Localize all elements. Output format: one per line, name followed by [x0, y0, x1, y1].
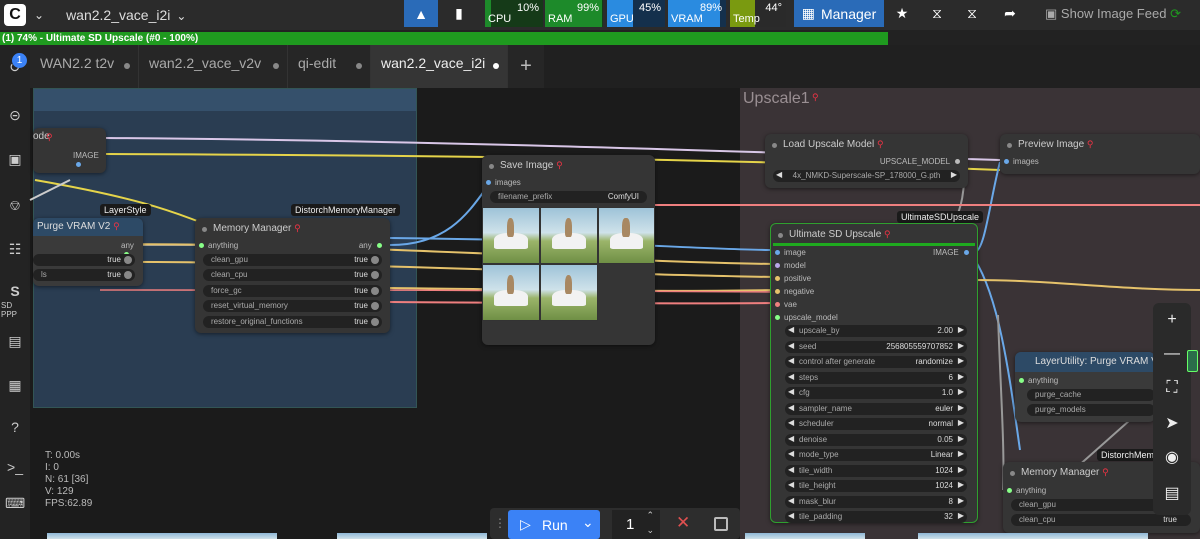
output-slot-any[interactable]: any: [359, 241, 386, 250]
input-slot-anything[interactable]: anything: [1007, 486, 1046, 495]
stop-icon[interactable]: [714, 517, 728, 531]
node-type-tag: DistorchMemoryManager: [291, 204, 401, 216]
image-feed-thumb[interactable]: [745, 533, 865, 539]
partial-node[interactable]: ode ⚲ IMAGE: [33, 128, 106, 173]
control-after-generate-widget[interactable]: ◀ control after generate randomize ▶: [785, 356, 967, 368]
mask-blur-widget[interactable]: ◀ mask_blur 8 ▶: [785, 496, 967, 508]
node-title: Memory Manager ⚲: [195, 218, 390, 240]
play-icon: ▷: [520, 516, 531, 532]
filename-prefix-widget[interactable]: filename_prefix ComfyUI: [490, 191, 647, 203]
output-slot-image[interactable]: IMAGE: [933, 248, 973, 257]
pin-icon: ⚲: [876, 139, 884, 149]
tile-width-widget[interactable]: ◀ tile_width 1024 ▶: [785, 465, 967, 477]
sampler-name-widget[interactable]: ◀ sampler_name euler ▶: [785, 403, 967, 415]
node-progress-bar: [773, 243, 975, 246]
input-slot-vae[interactable]: vae: [775, 300, 797, 309]
output-image-thumb[interactable]: [482, 264, 540, 321]
purge-vram-node-left[interactable]: Purge VRAM V2 ⚲ any true ls true: [33, 218, 143, 286]
zoom-out-icon[interactable]: —: [1161, 343, 1183, 365]
output-image-thumb[interactable]: [598, 207, 655, 264]
run-button[interactable]: ▷ Run ⌄: [508, 510, 600, 539]
input-slot-images[interactable]: images: [486, 178, 521, 187]
preview-image-node[interactable]: Preview Image ⚲ images: [1000, 134, 1200, 174]
scheduler-widget[interactable]: ◀ scheduler normal ▶: [785, 418, 967, 430]
tile-height-widget[interactable]: ◀ tile_height 1024 ▶: [785, 480, 967, 492]
eye-icon[interactable]: ◉: [1161, 447, 1183, 469]
steps-widget[interactable]: ◀ steps 6 ▶: [785, 372, 967, 384]
canvas-toolbar: + — ⛶ ➤ ◉ ▤: [1153, 303, 1191, 515]
decrement-icon[interactable]: ⌄: [646, 525, 654, 536]
pin-icon: ⚲: [556, 160, 563, 170]
purge-cache-widget[interactable]: purge_cache: [1027, 389, 1155, 401]
side-handle-icon[interactable]: [1187, 350, 1198, 372]
clean-cpu-widget[interactable]: clean_cpu true: [1011, 514, 1191, 526]
input-slot-anything[interactable]: anything: [1019, 376, 1058, 385]
pin-icon: ⚲: [46, 132, 53, 142]
input-slot-anything[interactable]: anything: [199, 241, 238, 250]
increment-icon[interactable]: ⌃: [646, 510, 654, 521]
select-mode-icon[interactable]: ➤: [1161, 413, 1183, 435]
denoise-widget[interactable]: ◀ denoise 0.05 ▶: [785, 434, 967, 446]
batch-count-input[interactable]: 1 ⌃ ⌄: [612, 510, 660, 539]
node-title: Preview Image ⚲: [1000, 134, 1200, 156]
chevron-down-icon[interactable]: ⌄: [582, 514, 594, 531]
purge-models-widget[interactable]: purge_models: [1027, 404, 1155, 416]
output-image-thumb[interactable]: [540, 207, 598, 264]
node-title: Save Image ⚲: [482, 155, 655, 177]
input-slot-images[interactable]: images: [1004, 157, 1039, 166]
output-image-thumb[interactable]: [540, 264, 598, 321]
pin-icon: ⚲: [884, 229, 891, 239]
output-slot-image[interactable]: IMAGE: [73, 151, 106, 169]
pin-icon: ⚲: [1102, 467, 1109, 477]
save-image-node[interactable]: Save Image ⚲ images filename_prefix Comfy…: [482, 155, 655, 345]
force-gc-widget[interactable]: force_gc true: [203, 285, 382, 297]
input-slot-positive[interactable]: positive: [775, 274, 811, 283]
mode-type-widget[interactable]: ◀ mode_type Linear ▶: [785, 449, 967, 461]
purge-cache-widget[interactable]: true: [33, 254, 135, 266]
purge-vram-node-right[interactable]: LayerUtility: Purge VRAM V2 anything pur…: [1015, 352, 1155, 422]
upscale-by-widget[interactable]: ◀ upscale_by 2.00 ▶: [785, 325, 967, 337]
model-name-select[interactable]: ◀ 4x_NMKD-Superscale-SP_178000_G.pth ▶: [773, 170, 960, 182]
minimap-icon[interactable]: ▤: [1161, 483, 1183, 505]
cfg-widget[interactable]: ◀ cfg 1.0 ▶: [785, 387, 967, 399]
tile-padding-widget[interactable]: ◀ tile_padding 32 ▶: [785, 511, 967, 523]
purge-models-widget[interactable]: ls true: [33, 269, 135, 281]
zoom-in-icon[interactable]: +: [1161, 309, 1183, 331]
pin-icon: ⚲: [113, 221, 120, 231]
output-slot-upscale-model[interactable]: UPSCALE_MODEL: [880, 157, 964, 166]
image-feed-thumb[interactable]: [47, 533, 277, 539]
cancel-icon[interactable]: ✕: [676, 513, 690, 533]
pin-icon: ⚲: [294, 223, 301, 233]
run-toolbar: ⋮⋮ ▷ Run ⌄ 1 ⌃ ⌄ ✕: [490, 508, 740, 539]
reset-virtual-memory-widget[interactable]: reset_virtual_memory true: [203, 300, 382, 312]
output-image-thumb[interactable]: [482, 207, 540, 264]
node-type-tag: LayerStyle: [100, 204, 151, 216]
input-slot-negative[interactable]: negative: [775, 287, 814, 296]
input-slot-model[interactable]: model: [775, 261, 806, 270]
node-type-tag: UltimateSDUpscale: [897, 211, 984, 223]
image-feed-thumb[interactable]: [337, 533, 487, 539]
seed-widget[interactable]: ◀ seed 256805559707852 ▶: [785, 341, 967, 353]
clean-cpu-widget[interactable]: clean_cpu true: [203, 269, 382, 281]
image-feed-thumb[interactable]: [918, 533, 1148, 539]
canvas-stats: T: 0.00s I: 0 N: 61 [36] V: 129 FPS:62.8…: [45, 450, 93, 509]
memory-manager-node[interactable]: Memory Manager ⚲ anything any clean_gpu t…: [195, 218, 390, 333]
clean-gpu-widget[interactable]: clean_gpu true: [203, 254, 382, 266]
load-upscale-model-node[interactable]: Load Upscale Model ⚲ UPSCALE_MODEL ◀ 4x_N…: [765, 134, 968, 188]
pin-icon: ⚲: [1086, 139, 1094, 149]
input-slot-image[interactable]: image: [775, 248, 806, 257]
input-slot-upscale-model[interactable]: upscale_model: [775, 313, 838, 322]
fit-view-icon[interactable]: ⛶: [1161, 377, 1183, 399]
node-title: Load Upscale Model ⚲: [765, 134, 968, 156]
restore-original-functions-widget[interactable]: restore_original_functions true: [203, 316, 382, 328]
ultimate-sd-upscale-node[interactable]: Ultimate SD Upscale ⚲ image IMAGE model …: [770, 223, 978, 523]
